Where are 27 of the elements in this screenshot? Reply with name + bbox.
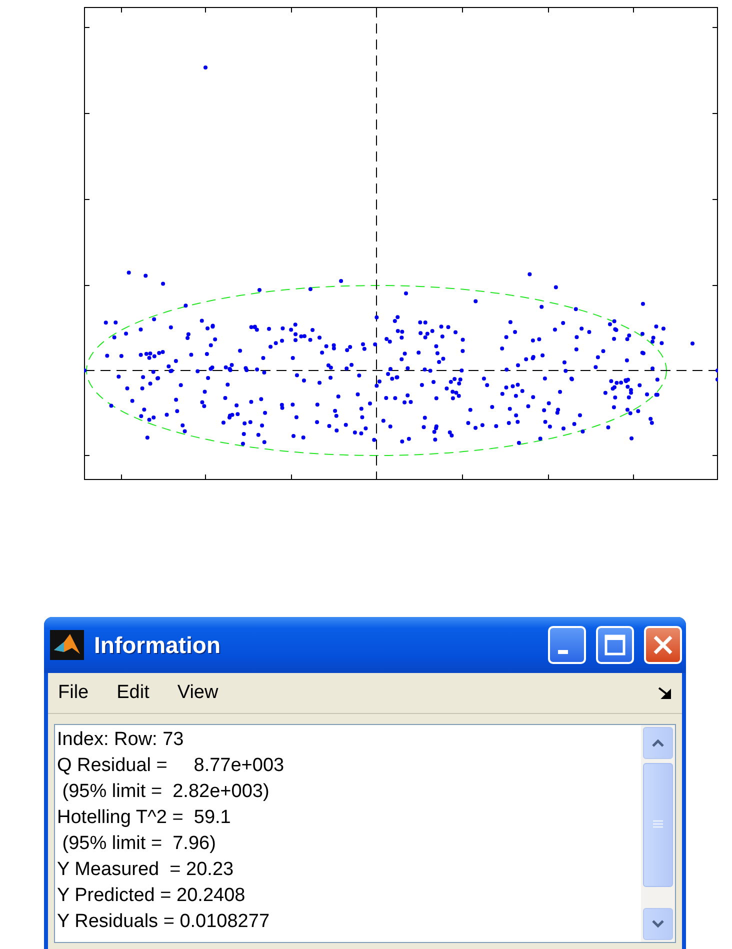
menu-item[interactable]: Edit: [116, 682, 150, 704]
minimize-button[interactable]: [548, 626, 586, 664]
window-title: Information: [94, 632, 222, 658]
close-icon: [652, 634, 674, 656]
maximize-button[interactable]: [596, 626, 634, 664]
info-line: (95% limit = 2.82e+003): [61, 780, 270, 804]
minimize-icon: [558, 650, 568, 654]
scroll-thumb[interactable]: [643, 763, 673, 887]
chevron-down-icon: [651, 919, 665, 929]
scrollbar[interactable]: [641, 725, 675, 942]
info-line: Q Residual = 8.77e+003: [57, 754, 286, 778]
grip-icon: [653, 820, 663, 830]
menu-item[interactable]: View: [177, 682, 218, 704]
info-line: Y Residuals = 0.0108277: [57, 910, 271, 934]
info-line: Hotelling T^2 = 59.1: [57, 806, 232, 830]
dock-arrow-icon[interactable]: [658, 687, 672, 699]
chevron-up-icon: [651, 738, 665, 748]
maximize-icon: [604, 634, 626, 656]
app-logo-icon: [50, 630, 84, 660]
info-line: (95% limit = 7.96): [61, 832, 217, 856]
menu-item[interactable]: File: [58, 682, 89, 704]
info-line: Y Predicted = 20.2408: [57, 884, 246, 908]
close-button[interactable]: [644, 626, 682, 664]
scroll-up-button[interactable]: [643, 727, 673, 759]
scroll-down-button[interactable]: [643, 908, 673, 940]
info-line: Index: Row: 73: [57, 728, 185, 752]
info-line: Y Measured = 20.23: [57, 858, 235, 882]
